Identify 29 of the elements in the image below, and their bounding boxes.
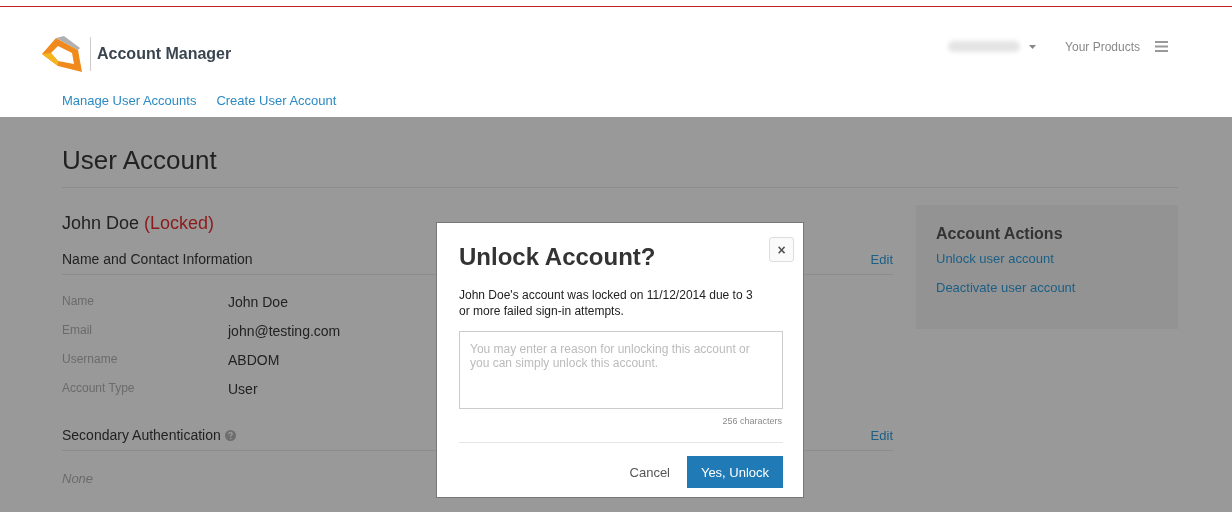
reason-field[interactable]: You may enter a reason for unlocking this account or you can simply unlock this account. <box>459 331 783 409</box>
logo-icon <box>42 35 82 72</box>
app-title: Account Manager <box>97 44 232 63</box>
confirm-button[interactable]: Yes, Unlock <box>687 456 783 488</box>
action-link[interactable]: Unlock user account <box>936 251 1158 266</box>
section-title: Name and Contact Information <box>62 251 253 267</box>
close-button[interactable]: × <box>769 237 794 262</box>
help-icon[interactable] <box>224 429 236 441</box>
field-value: John Doe <box>228 294 288 310</box>
panel-title: Account Actions <box>936 225 1064 243</box>
user-name: John Doe <box>62 213 140 234</box>
page-title: User Account <box>62 145 218 177</box>
caret-icon[interactable] <box>1029 44 1037 49</box>
menu-icon[interactable] <box>1155 41 1168 52</box>
nav-link[interactable]: Manage User Accounts <box>62 93 197 113</box>
field-value: ABDOM <box>228 352 280 368</box>
cancel-button[interactable]: Cancel <box>629 464 670 480</box>
dialog-message: John Doe's account was locked on 11/12/2014 due to 3 or more failed sign-in attempts. <box>459 287 754 319</box>
action-link[interactable]: Deactivate user account <box>936 280 1158 295</box>
edit-link[interactable]: Edit <box>870 251 893 267</box>
dialog-title: Unlock Account? <box>459 243 656 271</box>
section-title: Secondary Authentication <box>62 427 221 443</box>
field-value: User <box>228 381 258 397</box>
character-counter: 256 characters <box>722 416 782 426</box>
field-value: john@testing.com <box>228 323 341 339</box>
nav-link[interactable]: Create User Account <box>216 93 337 113</box>
edit-link[interactable]: Edit <box>870 427 893 443</box>
status-label: (Locked) <box>144 213 215 234</box>
products-link[interactable]: Your Products <box>1065 39 1140 54</box>
